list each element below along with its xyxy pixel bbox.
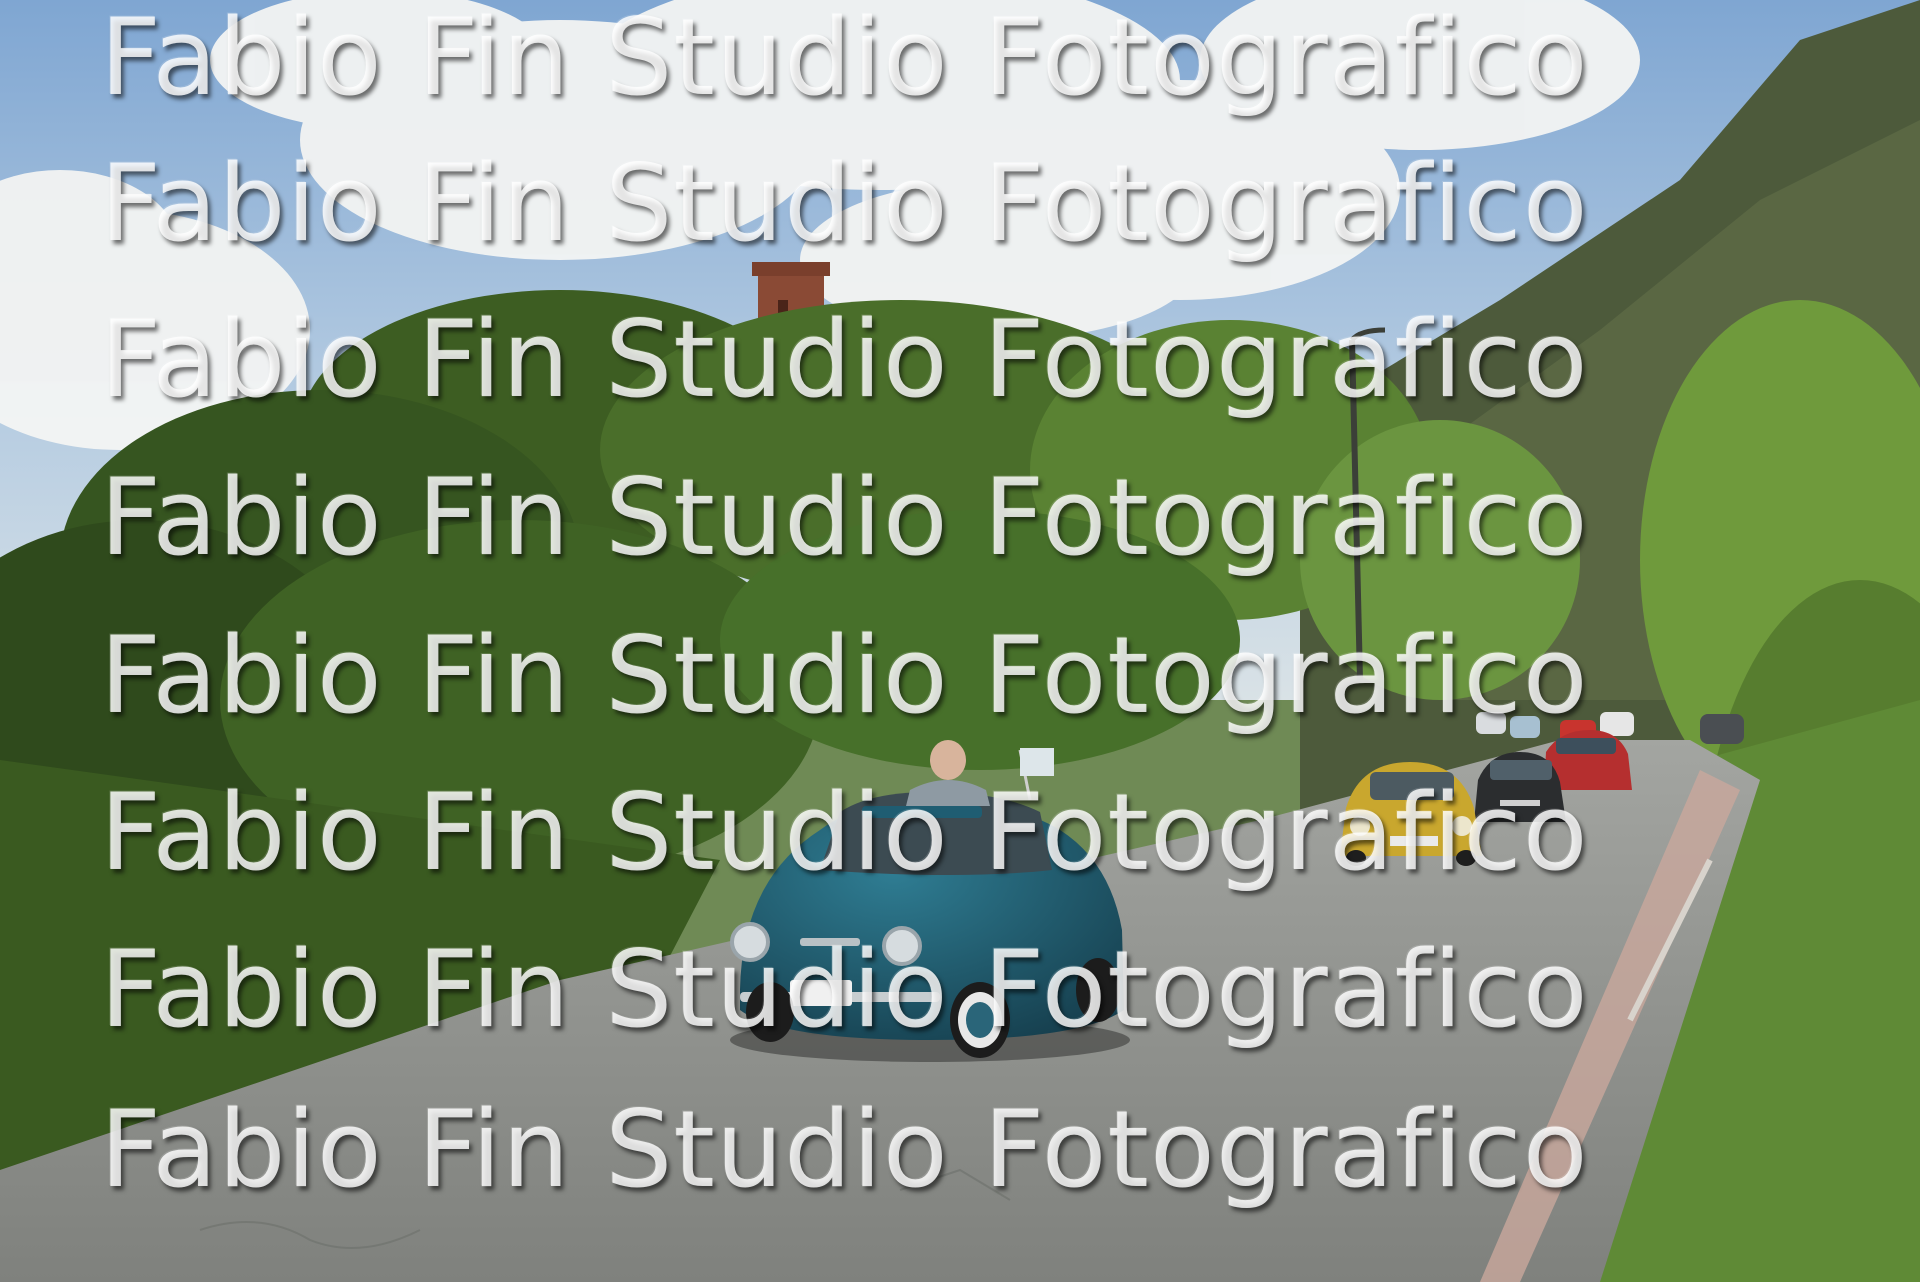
photo-frame: Fabio Fin Studio Fotografico Fabio Fin S… <box>0 0 1920 1282</box>
lead-car-fiat-500 <box>730 740 1130 1062</box>
road-scene-photo <box>0 0 1920 1282</box>
